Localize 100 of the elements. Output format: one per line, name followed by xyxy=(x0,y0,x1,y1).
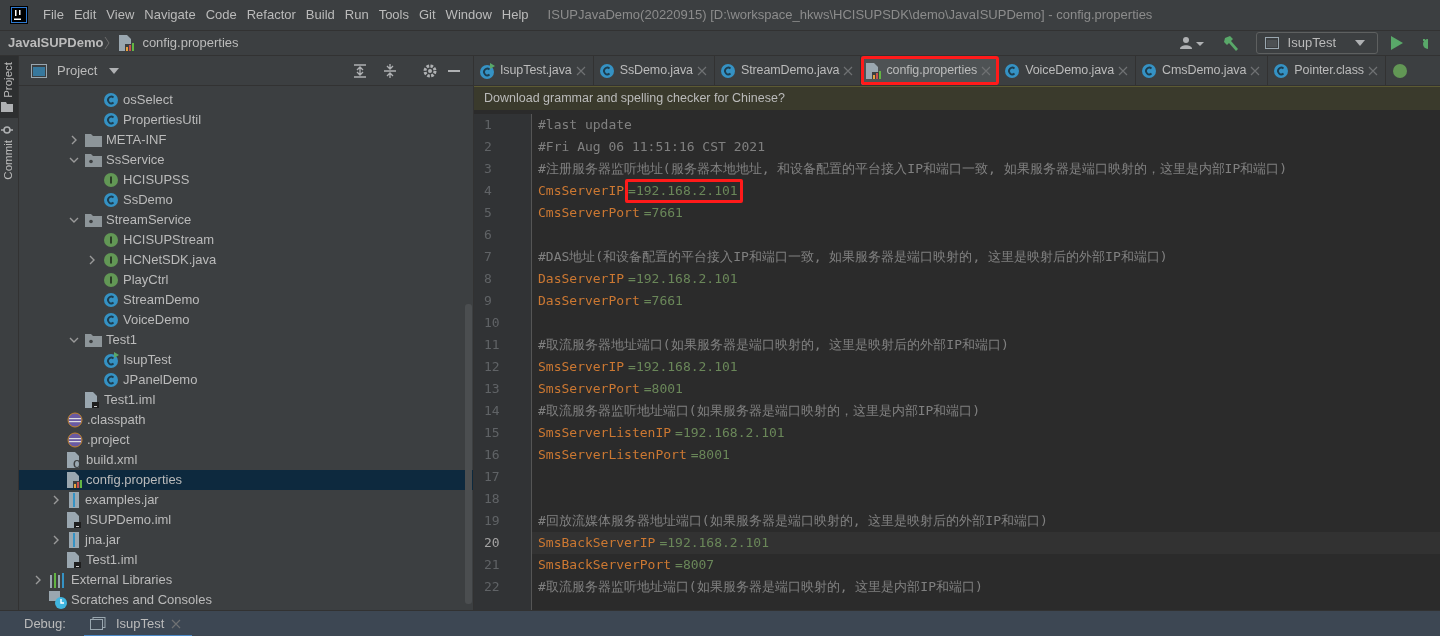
user-caret-icon[interactable] xyxy=(1179,36,1206,50)
editor-tab[interactable]: Pointer.class xyxy=(1268,56,1386,85)
property-value: =7661 xyxy=(642,204,684,222)
menu-item[interactable]: Edit xyxy=(68,5,102,25)
close-icon[interactable] xyxy=(1118,65,1129,76)
side-tool-tab[interactable]: Project xyxy=(0,56,18,118)
breadcrumb-item[interactable]: config.properties xyxy=(142,33,239,53)
interface-icon xyxy=(103,232,119,248)
tree-item[interactable]: IsupTest xyxy=(19,350,473,370)
window-icon xyxy=(1264,37,1279,49)
expand-all-icon[interactable] xyxy=(353,63,367,78)
menu-item[interactable]: Run xyxy=(339,5,374,25)
menu-item[interactable]: Help xyxy=(496,5,534,25)
run-config-dropdown[interactable]: IsupTest xyxy=(1255,32,1378,54)
interface-icon xyxy=(103,172,119,188)
tree-item[interactable]: HCNetSDK.java xyxy=(19,250,473,270)
property-value: =192.168.2.101 xyxy=(658,534,770,552)
tree-item[interactable]: HCISUPSS xyxy=(19,170,473,190)
breadcrumb-item[interactable]: JavaISUPDemo xyxy=(8,33,104,53)
interface-icon xyxy=(1391,62,1408,79)
class-icon xyxy=(719,62,736,79)
class-icon xyxy=(103,192,119,208)
menu-item[interactable]: Refactor xyxy=(241,5,301,25)
tree-item[interactable]: PlayCtrl xyxy=(19,270,473,290)
tree-item[interactable]: Test1 xyxy=(19,330,473,350)
window-icon xyxy=(89,617,106,630)
close-icon[interactable] xyxy=(843,65,854,76)
tree-item[interactable]: jna.jar xyxy=(19,530,473,550)
property-key: SmsBackServerIP xyxy=(538,532,656,554)
menu-item[interactable]: View xyxy=(101,5,140,25)
tree-item[interactable]: ISUPDemo.iml xyxy=(19,510,473,530)
collapse-all-icon[interactable] xyxy=(383,63,397,78)
editor-tab[interactable]: config.properties xyxy=(861,56,1000,85)
tree-item[interactable]: .project xyxy=(19,430,473,450)
side-tool-tab[interactable]: Commit xyxy=(0,117,18,186)
menu-item[interactable]: Build xyxy=(300,5,340,25)
tree-item[interactable]: examples.jar xyxy=(19,490,473,510)
caret-down-icon[interactable] xyxy=(109,67,120,74)
tree-item[interactable]: SsService xyxy=(19,150,473,170)
tree-item[interactable]: osSelect xyxy=(19,90,473,110)
tree-item[interactable]: Scratches and Consoles xyxy=(19,590,473,610)
property-value: =8007 xyxy=(674,556,716,574)
tree-item[interactable]: VoiceDemo xyxy=(19,310,473,330)
tree-item[interactable]: Test1.iml xyxy=(19,550,473,570)
close-icon[interactable] xyxy=(575,65,586,76)
run-icon[interactable] xyxy=(1391,36,1403,50)
settings-icon[interactable] xyxy=(423,63,437,78)
package-icon xyxy=(85,333,102,347)
chevron-right-icon[interactable] xyxy=(51,535,61,545)
property-value: =7661 xyxy=(642,292,684,310)
tree-item[interactable]: META-INF xyxy=(19,130,473,150)
code-comment: #取流服务器监听地址端口(如果服务器是端口映射的，这里是内部IP和端口) xyxy=(538,402,981,420)
debug-tab[interactable]: IsupTest xyxy=(83,610,193,636)
folder-icon xyxy=(1,101,13,112)
property-key: CmsServerPort xyxy=(538,202,640,224)
tree-item[interactable]: JPanelDemo xyxy=(19,370,473,390)
package-icon xyxy=(85,213,102,227)
module-file-icon xyxy=(67,552,82,568)
property-value: =192.168.2.101 xyxy=(627,270,739,288)
chevron-right-icon[interactable] xyxy=(51,495,61,505)
property-value: =192.168.2.101 xyxy=(627,358,739,376)
window-title: ISUPJavaDemo(20220915) [D:\workspace_hkws\HCISUPSDK\demo\JavaISUPDemo] - config.properties xyxy=(547,6,1153,25)
tree-item[interactable]: External Libraries xyxy=(19,570,473,590)
menu-item[interactable]: File xyxy=(38,5,69,25)
tree-item[interactable]: HCISUPStream xyxy=(19,230,473,250)
close-icon[interactable] xyxy=(1367,65,1378,76)
tree-item[interactable]: StreamDemo xyxy=(19,290,473,310)
close-icon[interactable] xyxy=(170,617,183,630)
module-file-icon xyxy=(67,512,82,528)
chevron-right-icon[interactable] xyxy=(87,255,97,265)
chevron-down-icon[interactable] xyxy=(69,155,79,165)
tree-item[interactable]: StreamService xyxy=(19,210,473,230)
menu-item[interactable]: Code xyxy=(200,5,242,25)
tree-item[interactable]: build.xml xyxy=(19,450,473,470)
menu-item[interactable]: Navigate xyxy=(139,5,201,25)
panel-title[interactable]: Project xyxy=(57,60,98,81)
chevron-down-icon[interactable] xyxy=(69,335,79,345)
tree-item[interactable]: Test1.iml xyxy=(19,390,473,410)
scrollbar-thumb[interactable] xyxy=(465,304,472,604)
chevron-right-icon[interactable] xyxy=(33,575,43,585)
close-icon[interactable] xyxy=(696,65,707,76)
hammer-icon[interactable] xyxy=(1222,35,1239,51)
editor-tab[interactable]: VoiceDemo.java xyxy=(999,56,1137,85)
close-icon[interactable] xyxy=(1250,65,1261,76)
tree-item[interactable]: SsDemo xyxy=(19,190,473,210)
chevron-right-icon[interactable] xyxy=(69,135,79,145)
menu-item[interactable]: Tools xyxy=(373,5,414,25)
class-icon xyxy=(1273,62,1290,79)
tree-item[interactable]: .classpath xyxy=(19,410,473,430)
editor-tab[interactable]: StreamDemo.java xyxy=(714,56,862,85)
editor-tab[interactable]: SsDemo.java xyxy=(593,56,715,85)
line-number: 20 xyxy=(483,534,501,552)
editor-tab[interactable]: CmsDemo.java xyxy=(1136,56,1269,85)
tree-item[interactable]: PropertiesUtil xyxy=(19,110,473,130)
tree-item[interactable]: config.properties xyxy=(19,470,473,490)
chevron-down-icon[interactable] xyxy=(69,215,79,225)
property-key: DasServerPort xyxy=(538,290,640,312)
editor-tab[interactable]: IsupTest.java xyxy=(474,56,594,85)
menu-item[interactable]: Window xyxy=(440,5,497,25)
menu-item[interactable]: Git xyxy=(414,5,441,25)
